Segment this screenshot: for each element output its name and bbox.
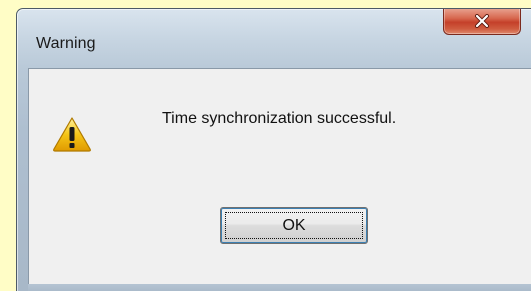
ok-button-label: OK — [282, 216, 306, 234]
close-icon — [475, 14, 489, 28]
warning-icon — [53, 117, 91, 152]
warning-dialog-window: Warning Time synchronization successful.… — [16, 8, 531, 291]
dialog-title: Warning — [36, 35, 96, 52]
desktop-background: { "window": { "title": "Warning", "close… — [0, 0, 531, 291]
dialog-message: Time synchronization successful. — [162, 110, 397, 127]
window-bottom-border — [28, 284, 531, 291]
ok-button[interactable]: OK — [220, 207, 368, 244]
dialog-client-area: Time synchronization successful. OK — [28, 68, 531, 284]
close-button[interactable] — [443, 9, 521, 35]
